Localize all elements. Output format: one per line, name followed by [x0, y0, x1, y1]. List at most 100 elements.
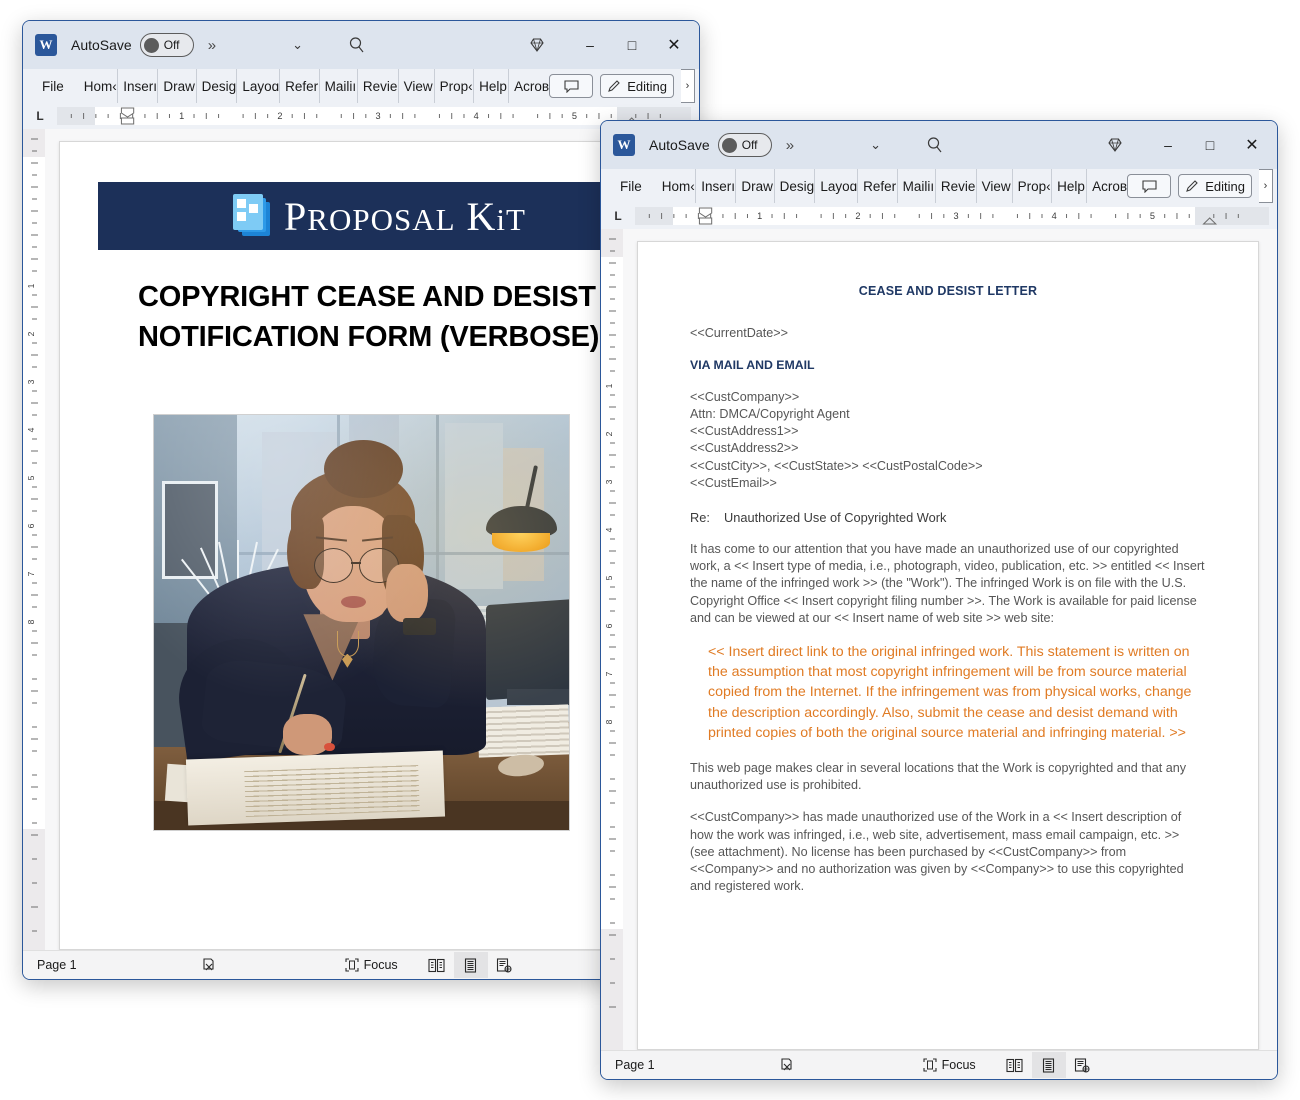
word-app-icon: W: [35, 34, 57, 56]
svg-text:3: 3: [954, 211, 959, 221]
ribbon-overflow-icon[interactable]: ›: [681, 69, 695, 103]
letter-body[interactable]: CEASE AND DESIST LETTER <<CurrentDate>> …: [638, 242, 1258, 1049]
svg-text:4: 4: [604, 527, 614, 532]
close-button-2[interactable]: ✕: [1231, 128, 1273, 162]
tab-draw-2[interactable]: Draw: [736, 169, 775, 203]
tab-design[interactable]: Desiɡ: [197, 69, 238, 103]
minimize-button[interactable]: –: [569, 28, 611, 62]
close-button[interactable]: ✕: [653, 28, 695, 62]
tab-home[interactable]: Hom‹: [79, 69, 119, 103]
proposal-kit-logo-icon: [232, 194, 272, 238]
tab-insert[interactable]: Inserı: [118, 69, 159, 103]
vertical-ruler[interactable]: 1 2 3 4 5 6 7 8: [23, 129, 45, 950]
ribbon-right-group-2: Editing ›: [1127, 169, 1277, 203]
tab-home-2[interactable]: Hom‹: [657, 169, 697, 203]
tab-acrobat[interactable]: Acroʙ: [509, 69, 549, 103]
tab-insert-2[interactable]: Inserı: [696, 169, 737, 203]
page-indicator-2[interactable]: Page 1: [615, 1058, 655, 1072]
quick-access-overflow-icon[interactable]: »: [208, 37, 216, 54]
editing-mode-button[interactable]: Editing: [600, 74, 674, 98]
print-layout-icon[interactable]: [453, 952, 488, 978]
proposal-kit-wordmark: PROPOSAL KiT: [284, 193, 526, 239]
tab-layout[interactable]: Layoɑ: [237, 69, 281, 103]
svg-text:1: 1: [757, 211, 762, 221]
tab-view[interactable]: View: [399, 69, 435, 103]
status-bar: Page 1 Focus: [23, 950, 699, 979]
search-icon[interactable]: [347, 35, 367, 55]
read-mode-icon[interactable]: [420, 952, 454, 978]
word-app-icon-letter: W: [39, 37, 53, 52]
title-bar: W AutoSave Off » ⌄ – □ ✕: [23, 21, 699, 69]
tab-file[interactable]: File: [37, 69, 79, 103]
illustration-canvas: [154, 415, 569, 830]
focus-mode-button[interactable]: Focus: [345, 958, 398, 972]
word-window-front[interactable]: W AutoSave Off » ⌄ – □ ✕ File Hom‹ Inser…: [600, 120, 1278, 1080]
tab-help[interactable]: Help: [474, 69, 510, 103]
editing-mode-button-2[interactable]: Editing: [1178, 174, 1252, 198]
minimize-button-2[interactable]: –: [1147, 128, 1189, 162]
autosave-toggle-knob: [143, 37, 159, 53]
svg-text:6: 6: [26, 523, 36, 528]
page-scroll-area-2[interactable]: CEASE AND DESIST LETTER <<CurrentDate>> …: [623, 229, 1277, 1050]
tab-draw[interactable]: Draw: [158, 69, 197, 103]
vertical-ruler-ticks: 1 2 3 4 5 6 7 8: [26, 138, 38, 932]
tab-references-2[interactable]: Refer: [858, 169, 898, 203]
comments-button[interactable]: [549, 74, 594, 98]
tab-mailings[interactable]: Mailiı: [320, 69, 358, 103]
maximize-button-2[interactable]: □: [1189, 128, 1231, 162]
tab-proposal[interactable]: Prop‹: [435, 69, 475, 103]
tab-review-2[interactable]: Revie: [936, 169, 977, 203]
read-mode-icon-2[interactable]: [998, 1052, 1032, 1078]
tab-mailings-2[interactable]: Mailiı: [898, 169, 936, 203]
autosave-toggle-2[interactable]: Off: [717, 133, 772, 157]
web-layout-icon-2[interactable]: [1066, 1052, 1100, 1078]
quick-access-overflow-icon-2[interactable]: »: [786, 137, 794, 154]
print-layout-icon-2[interactable]: [1031, 1052, 1066, 1078]
autosave-toggle[interactable]: Off: [139, 33, 194, 57]
focus-mode-button-2[interactable]: Focus: [923, 1058, 976, 1072]
search-icon-2[interactable]: [925, 135, 945, 155]
document-area-2[interactable]: 1 2 3 4 5 6 7 8 CEASE AND DESIST LETTER …: [601, 229, 1277, 1050]
horizontal-ruler-track-2[interactable]: 1 2 3 4 5: [635, 207, 1269, 225]
document-page[interactable]: PROPOSAL KiT COPYRIGHT CEASE AND DESIST …: [59, 141, 681, 950]
vertical-ruler-2[interactable]: 1 2 3 4 5 6 7 8: [601, 229, 623, 1050]
tab-file-2[interactable]: File: [615, 169, 657, 203]
document-area[interactable]: 1 2 3 4 5 6 7 8 PROPOSAL KiT COPYRIGHT C…: [23, 129, 699, 950]
document-illustration[interactable]: [153, 414, 570, 831]
diamond-icon[interactable]: [527, 35, 547, 55]
page-indicator[interactable]: Page 1: [37, 958, 77, 972]
tab-help-2[interactable]: Help: [1052, 169, 1088, 203]
word-window-back[interactable]: W AutoSave Off » ⌄ – □ ✕ File Hom‹ Inser…: [22, 20, 700, 980]
tab-proposal-2[interactable]: Prop‹: [1013, 169, 1053, 203]
tab-references[interactable]: Refer: [280, 69, 320, 103]
diamond-icon-2[interactable]: [1105, 135, 1125, 155]
web-layout-icon[interactable]: [488, 952, 522, 978]
horizontal-ruler-track[interactable]: 1 2 3 4 5: [57, 107, 691, 125]
ribbon-overflow-icon-2[interactable]: ›: [1259, 169, 1273, 203]
tab-view-2[interactable]: View: [977, 169, 1013, 203]
tab-design-2[interactable]: Desiɡ: [775, 169, 816, 203]
horizontal-ruler[interactable]: L 1 2 3 4 5: [23, 103, 699, 129]
svg-text:5: 5: [572, 111, 577, 121]
svg-text:7: 7: [26, 571, 36, 576]
tab-stop-selector[interactable]: L: [23, 109, 57, 123]
tab-stop-selector-2[interactable]: L: [601, 209, 635, 223]
svg-text:2: 2: [277, 111, 282, 121]
tab-layout-2[interactable]: Layoɑ: [815, 169, 859, 203]
document-page-2[interactable]: CEASE AND DESIST LETTER <<CurrentDate>> …: [637, 241, 1259, 1050]
editing-mode-label: Editing: [627, 78, 667, 94]
svg-text:1: 1: [26, 283, 36, 288]
maximize-button[interactable]: □: [611, 28, 653, 62]
svg-text:3: 3: [376, 111, 381, 121]
paragraph-2: This web page makes clear in several loc…: [690, 760, 1187, 793]
proofing-status-icon[interactable]: [201, 957, 217, 973]
chevron-down-icon[interactable]: ⌄: [292, 37, 303, 53]
proofing-status-icon-2[interactable]: [779, 1057, 795, 1073]
tab-acrobat-2[interactable]: Acroʙ: [1087, 169, 1127, 203]
autosave-label-2: AutoSave: [649, 137, 710, 153]
comments-button-2[interactable]: [1127, 174, 1172, 198]
tab-review[interactable]: Revie: [358, 69, 399, 103]
proposal-kit-banner-inner: PROPOSAL KiT: [232, 193, 526, 240]
horizontal-ruler-2[interactable]: L 1 2 3 4 5: [601, 203, 1277, 229]
chevron-down-icon-2[interactable]: ⌄: [870, 137, 881, 153]
